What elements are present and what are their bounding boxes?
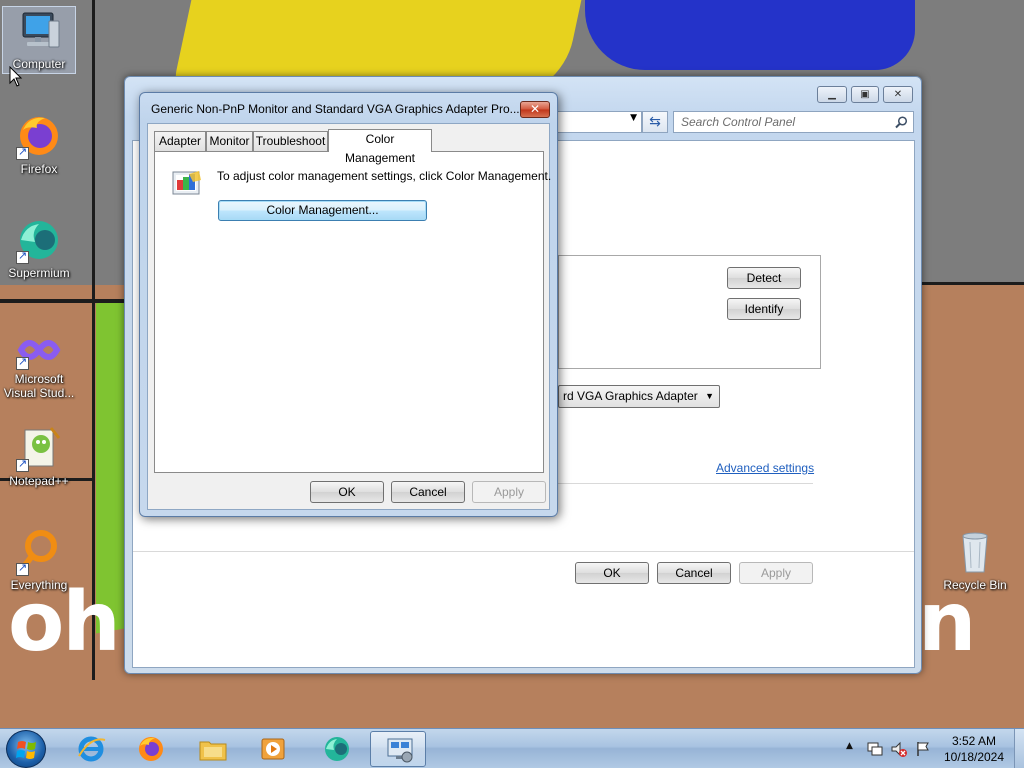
shortcut-arrow-icon: [16, 355, 29, 370]
desktop-icon-label: Everything: [10, 578, 68, 592]
file-explorer-icon: [199, 741, 227, 761]
minimize-button[interactable]: ▁: [817, 86, 847, 103]
taskbar-file-explorer[interactable]: [184, 731, 240, 767]
ok-button[interactable]: OK: [575, 562, 649, 584]
shortcut-arrow-icon: [16, 249, 29, 264]
cancel-button[interactable]: Cancel: [657, 562, 731, 584]
show-desktop-button[interactable]: [1014, 729, 1024, 768]
tab-troubleshoot[interactable]: Troubleshoot: [253, 131, 328, 151]
apply-button[interactable]: Apply: [739, 562, 813, 584]
desktop-icon-label: Supermium: [8, 266, 70, 280]
supermium-icon: [325, 737, 349, 761]
display-select[interactable]: rd VGA Graphics Adapter ▼: [558, 385, 720, 408]
dialog-title: Generic Non-PnP Monitor and Standard VGA…: [151, 102, 520, 116]
chevron-down-icon: ▼: [705, 391, 714, 401]
separator: [133, 551, 914, 552]
color-management-icon: [172, 171, 201, 195]
taskbar: ▲ 3:52 AM 10/18/2024: [0, 728, 1024, 768]
monitor-properties-dialog: Generic Non-PnP Monitor and Standard VGA…: [139, 92, 558, 517]
dialog-body: Adapter Monitor Troubleshoot Color Manag…: [147, 123, 551, 510]
desktop-icon-label-line2: Visual Stud...: [3, 386, 75, 400]
identify-button[interactable]: Identify: [727, 298, 801, 320]
internet-explorer-icon: [78, 736, 106, 762]
clock-date: 10/18/2024: [943, 750, 1005, 764]
recycle-bin-icon: [951, 528, 999, 576]
windows-logo-icon: [16, 741, 36, 759]
show-hidden-icons-button[interactable]: ▲: [846, 741, 853, 751]
desktop-icon-firefox[interactable]: Firefox: [2, 112, 76, 176]
volume-muted-icon[interactable]: [890, 740, 908, 758]
desktop-icon-label: Recycle Bin: [943, 578, 1007, 592]
flag-icon[interactable]: [914, 740, 932, 758]
media-player-icon: [261, 738, 285, 760]
clock-time: 3:52 AM: [951, 734, 997, 748]
tab-monitor[interactable]: Monitor: [206, 131, 253, 151]
desktop-icon-label: Notepad++: [9, 474, 69, 488]
start-button[interactable]: [6, 730, 46, 768]
dialog-ok-button[interactable]: OK: [310, 481, 384, 503]
maximize-button[interactable]: ▣: [851, 86, 879, 103]
taskbar-media-player[interactable]: [244, 731, 300, 767]
desktop-icon-label: Firefox: [20, 162, 58, 176]
display-settings-icon: [387, 738, 413, 763]
shortcut-arrow-icon: [16, 457, 29, 472]
taskbar-display-settings[interactable]: [370, 731, 426, 767]
desktop-icon-notepad-plus-plus[interactable]: Notepad++: [2, 424, 76, 488]
tab-color-management[interactable]: Color Management: [328, 129, 432, 165]
close-button[interactable]: ✕: [883, 86, 913, 103]
search-input[interactable]: Search Control Panel: [673, 111, 914, 133]
dialog-close-button[interactable]: ✕: [520, 101, 550, 118]
tab-adapter[interactable]: Adapter: [154, 131, 206, 151]
color-management-tab-page: To adjust color management settings, cli…: [154, 151, 551, 473]
color-management-button[interactable]: Color Management...: [218, 200, 427, 221]
desktop-icon-recycle-bin[interactable]: Recycle Bin: [938, 528, 1012, 592]
desktop-icon-visual-studio[interactable]: Microsoft Visual Stud...: [2, 330, 76, 400]
taskbar-supermium[interactable]: [308, 731, 364, 767]
dialog-cancel-button[interactable]: Cancel: [391, 481, 465, 503]
computer-icon: [15, 7, 63, 55]
everything-icon: [15, 528, 63, 576]
shortcut-arrow-icon: [16, 145, 29, 160]
supermium-icon: [15, 216, 63, 264]
notepad-plus-plus-icon: [15, 424, 63, 472]
refresh-button[interactable]: ⇆: [642, 111, 668, 133]
address-bar[interactable]: ▼: [545, 111, 642, 133]
desktop-icon-label-line1: Microsoft: [14, 372, 64, 386]
desktop-icon-computer[interactable]: Computer: [2, 6, 76, 74]
shortcut-arrow-icon: [16, 561, 29, 576]
firefox-icon: [139, 737, 163, 761]
clock[interactable]: 3:52 AM 10/18/2024: [938, 733, 1010, 765]
firefox-icon: [15, 112, 63, 160]
taskbar-internet-explorer[interactable]: [62, 731, 118, 767]
separator: [558, 483, 813, 484]
taskbar-firefox[interactable]: [122, 731, 178, 767]
action-center-icon[interactable]: [866, 740, 884, 758]
search-icon[interactable]: [895, 116, 908, 129]
mouse-cursor-icon: [9, 66, 23, 87]
color-management-instruction: To adjust color management settings, cli…: [217, 169, 552, 183]
dialog-apply-button[interactable]: Apply: [472, 481, 546, 503]
visual-studio-icon: [15, 330, 63, 370]
advanced-settings-link[interactable]: Advanced settings: [716, 461, 814, 475]
detect-button[interactable]: Detect: [727, 267, 801, 289]
desktop-icon-supermium[interactable]: Supermium: [2, 216, 76, 280]
address-dropdown-icon[interactable]: ▼: [630, 113, 637, 123]
desktop-icon-everything[interactable]: Everything: [2, 528, 76, 592]
